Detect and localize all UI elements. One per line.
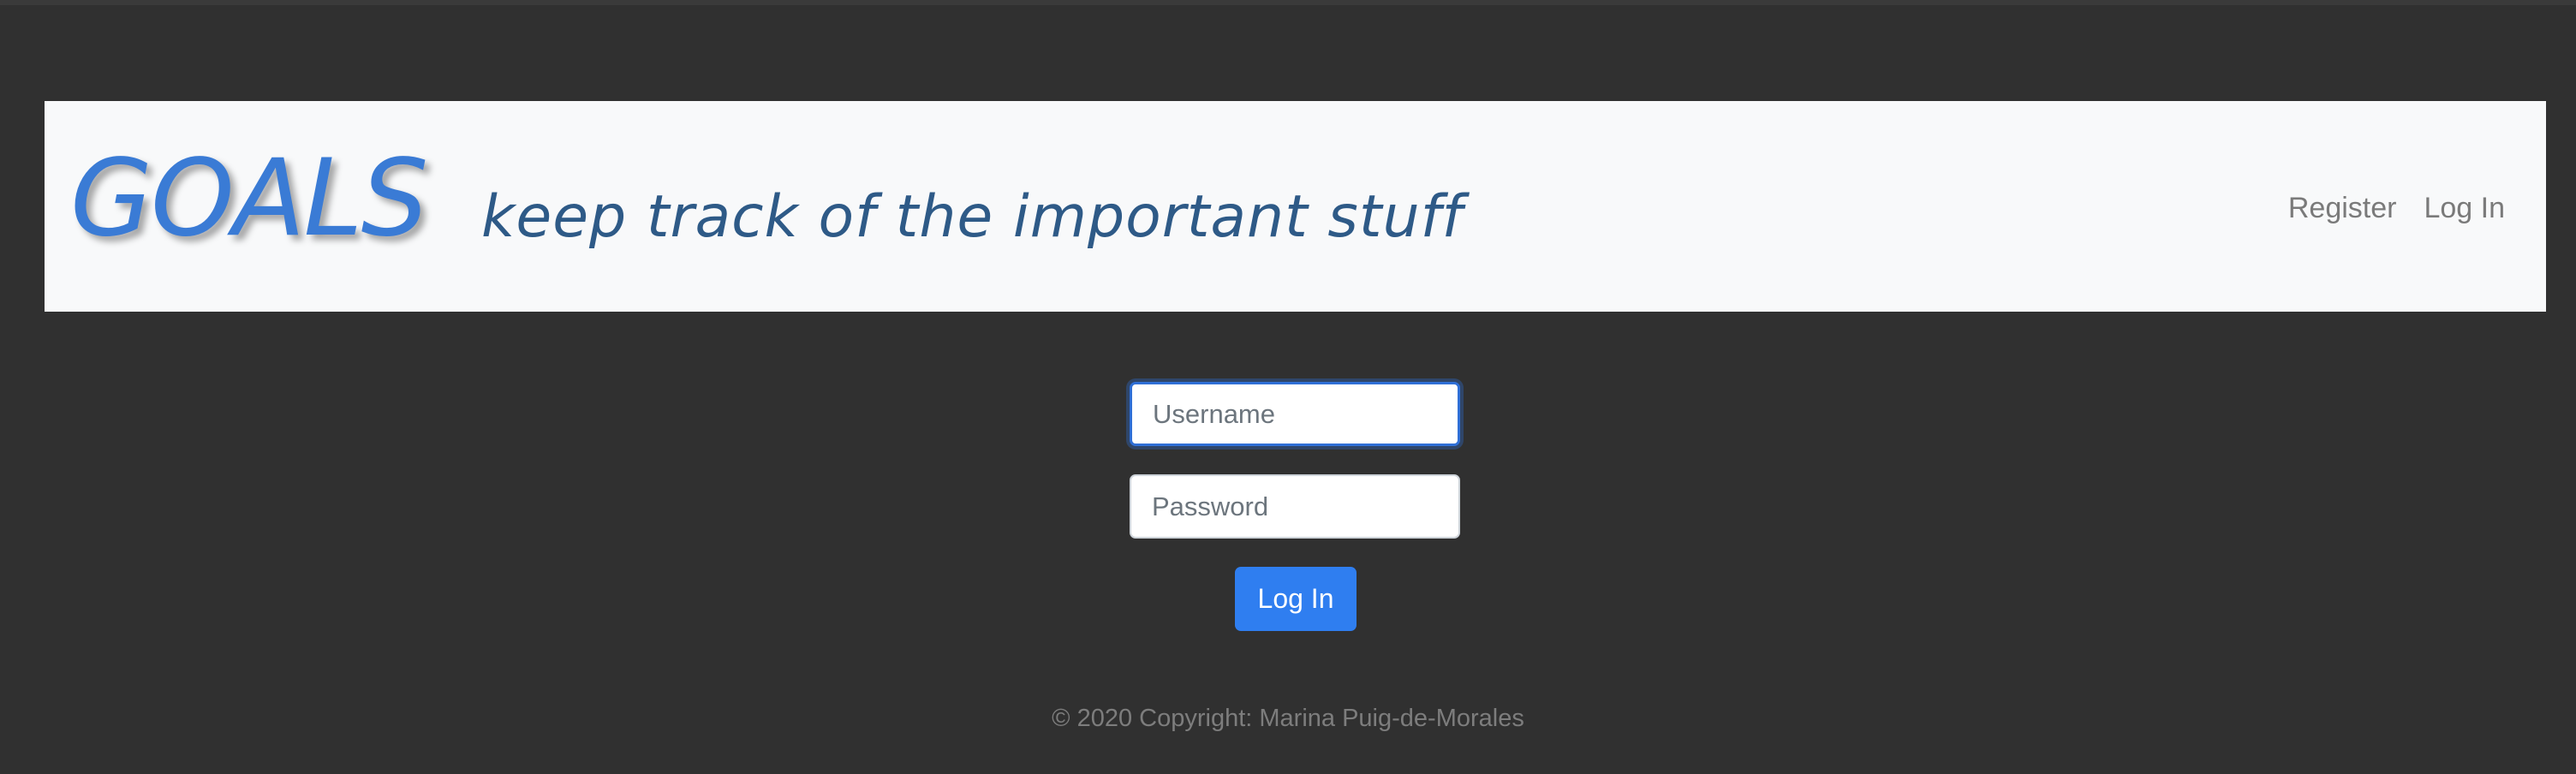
username-input[interactable]	[1130, 382, 1460, 446]
brand-tagline: keep track of the important stuff	[481, 183, 1464, 251]
login-button[interactable]: Log In	[1235, 567, 1357, 631]
nav-links: Register Log In	[2288, 190, 2505, 226]
register-link[interactable]: Register	[2288, 190, 2397, 226]
login-link[interactable]: Log In	[2424, 190, 2505, 226]
brand-logo[interactable]: GOALS	[70, 146, 428, 252]
footer-copyright: © 2020 Copyright: Marina Puig-de-Morales	[1052, 705, 1524, 732]
password-input[interactable]	[1130, 474, 1460, 539]
browser-top-strip	[0, 0, 2576, 5]
navbar: GOALS keep track of the important stuff …	[45, 101, 2546, 312]
